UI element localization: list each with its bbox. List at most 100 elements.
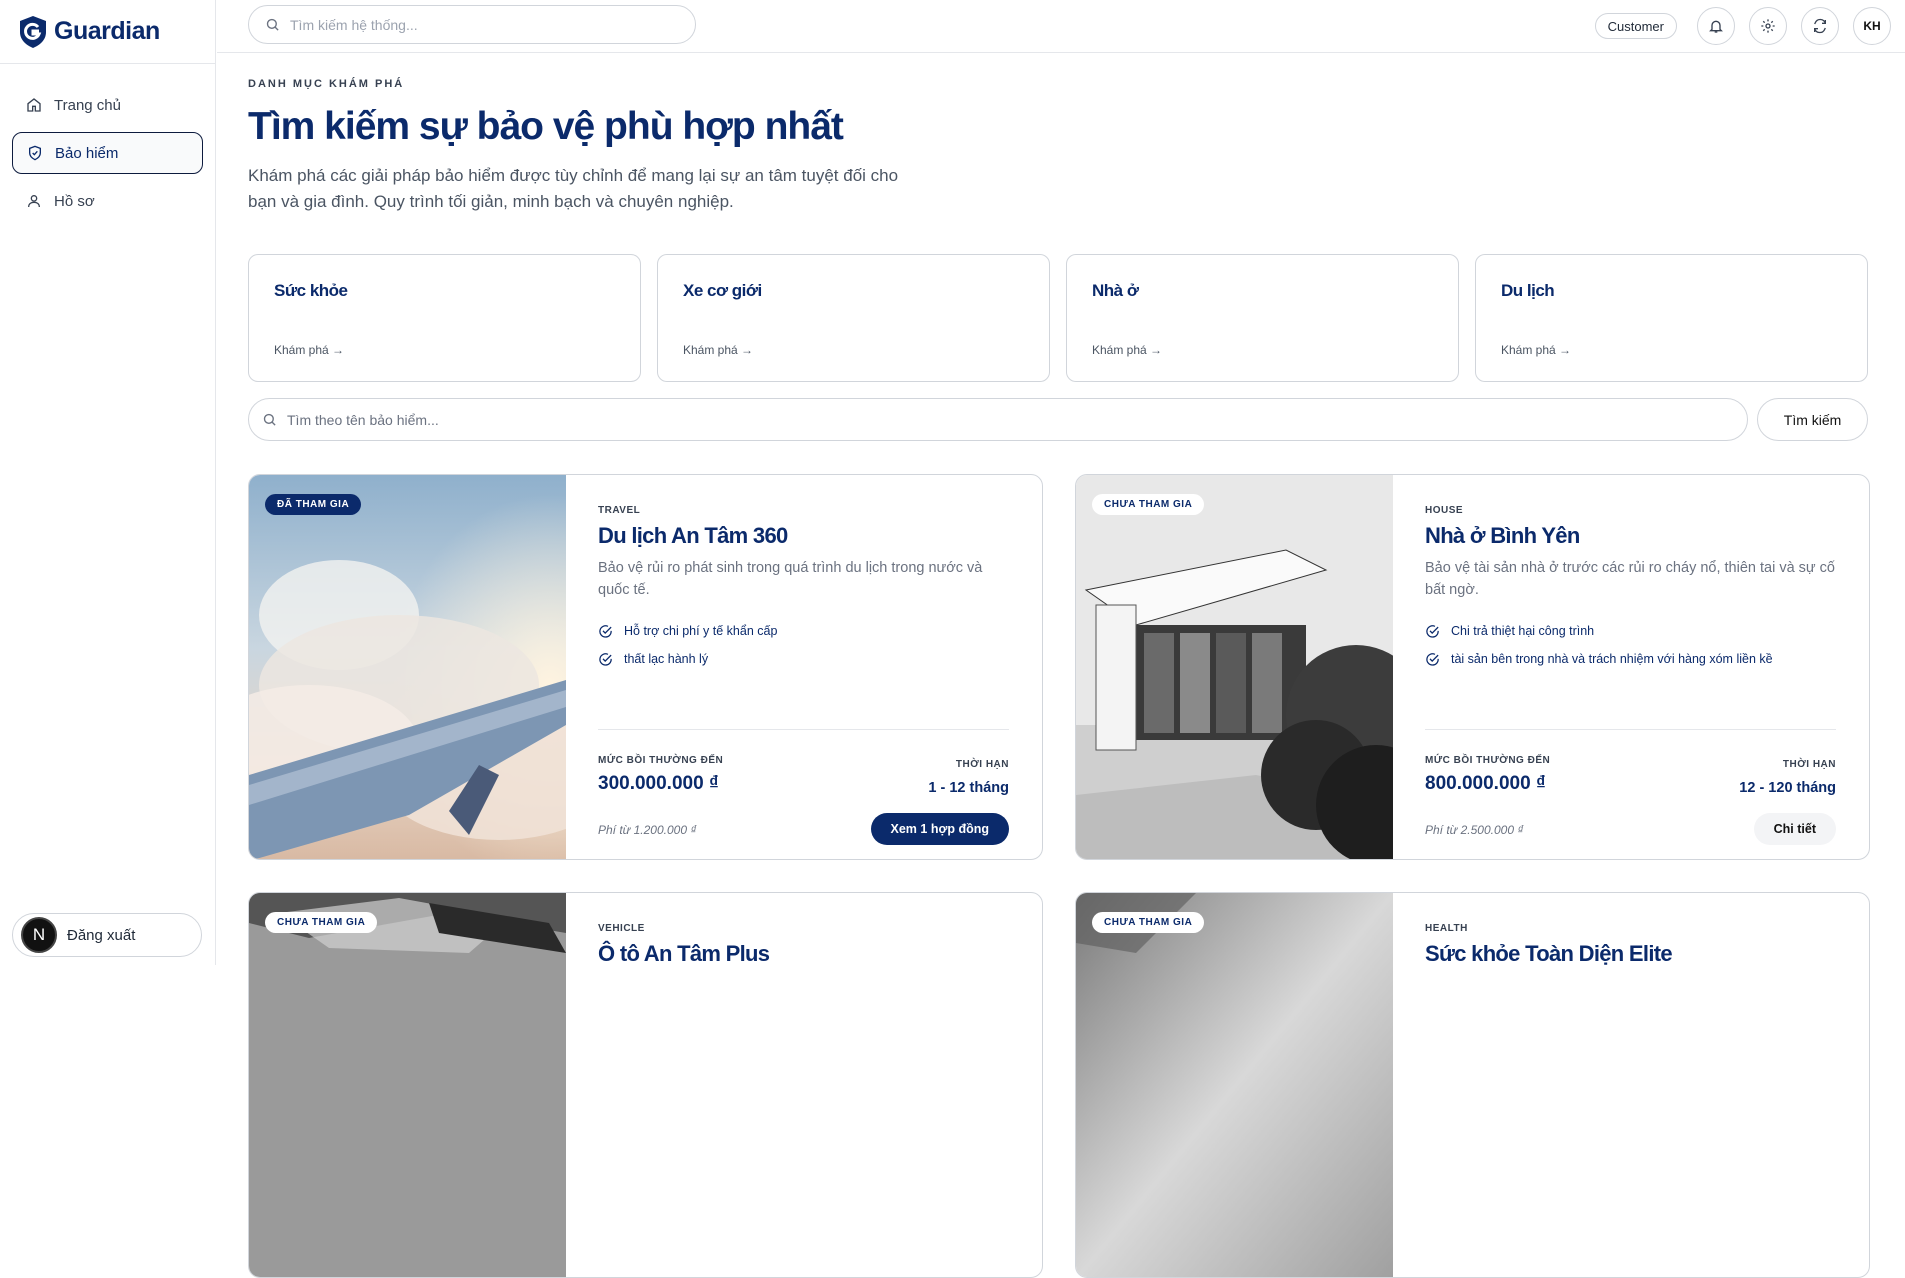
category-explore-link[interactable]: Khám phá →	[274, 343, 344, 357]
product-image-car	[249, 893, 566, 1277]
category-name: Sức khỏe	[274, 281, 348, 300]
page-description-line: Khám phá các giải pháp bảo hiểm được tùy…	[248, 166, 899, 185]
product-description: Bảo vệ rủi ro phát sinh trong quá trình …	[598, 560, 983, 598]
term-label: THỜI HẠN	[955, 759, 1009, 770]
check-circle-icon	[599, 652, 612, 666]
feature-text: tài sản bên trong nhà và trách nhiệm với…	[1451, 652, 1773, 666]
bell-icon	[1709, 20, 1723, 33]
search-button[interactable]: Tìm kiếm	[1757, 398, 1868, 441]
feature-item: Chi trả thiệt hại công trình	[1425, 617, 1836, 645]
feature-item: tài sản bên trong nhà và trách nhiệm với…	[1425, 645, 1836, 673]
term-value: 12 - 120 tháng	[1739, 780, 1836, 796]
product-type: TRAVEL	[598, 505, 641, 516]
category-explore-link[interactable]: Khám phá →	[683, 343, 753, 357]
check-circle-icon	[1426, 652, 1439, 666]
user-icon	[28, 195, 40, 208]
gear-icon	[1761, 19, 1775, 33]
product-type: VEHICLE	[598, 923, 645, 934]
feature-item: Hỗ trợ chi phí y tế khẩn cấp	[598, 617, 1009, 645]
page-eyebrow: DANH MỤC KHÁM PHÁ	[248, 78, 405, 90]
category-explore-link[interactable]: Khám phá →	[1092, 343, 1162, 357]
guardian-logo-icon	[20, 15, 46, 48]
category-name: Nhà ở	[1092, 281, 1139, 300]
fee-text: Phí từ 1.200.000 ₫	[598, 823, 697, 837]
product-search-row: Tìm kiếm	[248, 398, 1868, 441]
product-card-travel[interactable]: ĐÃ THAM GIA TRAVEL Du lịch An Tâm 360 Bả…	[248, 474, 1043, 860]
check-circle-icon	[1426, 624, 1439, 638]
feature-text: thất lạc hành lý	[624, 652, 709, 666]
category-list: Sức khỏe Khám phá → Xe cơ giới Khám phá …	[248, 254, 1868, 382]
divider	[598, 729, 1009, 730]
product-type: HEALTH	[1425, 923, 1468, 934]
product-card-house[interactable]: CHƯA THAM GIA HOUSE Nhà ở Bình Yên Bảo v…	[1075, 474, 1870, 860]
page-title: Tìm kiếm sự bảo vệ phù hợp nhất	[248, 105, 844, 148]
product-name[interactable]: Sức khỏe Toàn Diện Elite	[1425, 941, 1836, 967]
page-description-line: bạn và gia đình. Quy trình tối giản, min…	[248, 192, 734, 211]
logout-button[interactable]: N Đăng xuất	[12, 913, 202, 957]
app-name: Guardian	[54, 17, 160, 45]
sidebar-item-label: Trang chủ	[54, 96, 121, 114]
feature-text: Hỗ trợ chi phí y tế khẩn cấp	[624, 624, 778, 638]
logout-label: Đăng xuất	[67, 926, 136, 944]
product-image-health	[1076, 893, 1393, 1277]
product-type: HOUSE	[1425, 505, 1464, 516]
product-description: Bảo vệ tài sản nhà ở trước các rủi ro ch…	[1425, 560, 1835, 598]
sidebar-item-profile[interactable]: Hồ sơ	[12, 180, 203, 222]
category-name: Xe cơ giới	[683, 281, 762, 300]
status-badge: CHƯA THAM GIA	[1092, 494, 1205, 515]
view-contracts-button[interactable]: Xem 1 hợp đồng	[870, 813, 1009, 845]
category-explore-link[interactable]: Khám phá →	[1501, 343, 1571, 357]
feature-list: Hỗ trợ chi phí y tế khẩn cấp thất lạc hà…	[598, 617, 1009, 673]
category-card-house[interactable]: Nhà ở Khám phá →	[1066, 254, 1459, 382]
divider	[1425, 729, 1836, 730]
status-badge: CHƯA THAM GIA	[1092, 912, 1205, 933]
product-body: VEHICLE Ô tô An Tâm Plus	[598, 923, 1009, 1277]
coverage-value: 300.000.000 ₫	[598, 773, 719, 794]
product-name[interactable]: Nhà ở Bình Yên	[1425, 523, 1836, 549]
sidebar-nav: Trang chủ Bảo hiểm Hồ sơ	[0, 64, 215, 248]
dev-badge[interactable]: N	[21, 917, 57, 953]
page-description: Khám phá các giải pháp bảo hiểm được tùy…	[248, 163, 928, 215]
shield-icon	[29, 145, 41, 161]
global-search-input[interactable]	[290, 16, 670, 33]
details-button[interactable]: Chi tiết	[1753, 813, 1836, 845]
sidebar: Guardian Trang chủ Bảo hiểm Hồ sơ N Đăng…	[0, 0, 216, 965]
status-badge: ĐÃ THAM GIA	[265, 494, 362, 515]
category-name: Du lịch	[1501, 281, 1555, 300]
search-icon	[266, 18, 279, 31]
product-search[interactable]	[248, 398, 1749, 441]
product-image-house	[1076, 475, 1436, 859]
category-card-vehicle[interactable]: Xe cơ giới Khám phá →	[657, 254, 1050, 382]
feature-list: Chi trả thiệt hại công trình tài sản bên…	[1425, 617, 1836, 673]
product-name[interactable]: Ô tô An Tâm Plus	[598, 941, 1009, 967]
feature-item: thất lạc hành lý	[598, 645, 1009, 673]
refresh-button[interactable]	[1801, 7, 1839, 45]
term-label: THỜI HẠN	[1782, 759, 1836, 770]
sidebar-item-insurance[interactable]: Bảo hiểm	[12, 132, 203, 174]
fee-text: Phí từ 2.500.000 ₫	[1425, 823, 1524, 837]
category-card-health[interactable]: Sức khỏe Khám phá →	[248, 254, 641, 382]
settings-button[interactable]	[1749, 7, 1787, 45]
global-search[interactable]	[248, 5, 696, 44]
category-card-travel[interactable]: Du lịch Khám phá →	[1475, 254, 1868, 382]
product-card-vehicle[interactable]: CHƯA THAM GIA VEHICLE Ô tô An Tâm Plus	[248, 892, 1043, 1278]
logo[interactable]: Guardian	[0, 0, 215, 64]
sidebar-item-label: Hồ sơ	[54, 192, 95, 210]
status-badge: CHƯA THAM GIA	[265, 912, 378, 933]
avatar[interactable]: KH	[1853, 7, 1891, 45]
coverage-label: MỨC BỒI THƯỜNG ĐẾN	[1425, 755, 1551, 766]
search-icon	[263, 413, 276, 426]
product-body: HOUSE Nhà ở Bình Yên Bảo vệ tài sản nhà …	[1425, 505, 1836, 859]
home-icon	[27, 98, 41, 112]
product-card-health[interactable]: CHƯA THAM GIA HEALTH Sức khỏe Toàn Diện …	[1075, 892, 1870, 1278]
sidebar-item-home[interactable]: Trang chủ	[12, 84, 203, 126]
product-search-input[interactable]	[287, 411, 1687, 428]
topbar: Customer KH	[217, 0, 1905, 53]
product-name[interactable]: Du lịch An Tâm 360	[598, 523, 1009, 549]
role-badge: Customer	[1594, 13, 1677, 39]
coverage-value: 800.000.000 ₫	[1425, 773, 1546, 794]
topbar-actions: Customer KH	[1594, 7, 1891, 45]
notifications-button[interactable]	[1697, 7, 1735, 45]
check-circle-icon	[599, 624, 612, 638]
feature-text: Chi trả thiệt hại công trình	[1451, 624, 1595, 638]
